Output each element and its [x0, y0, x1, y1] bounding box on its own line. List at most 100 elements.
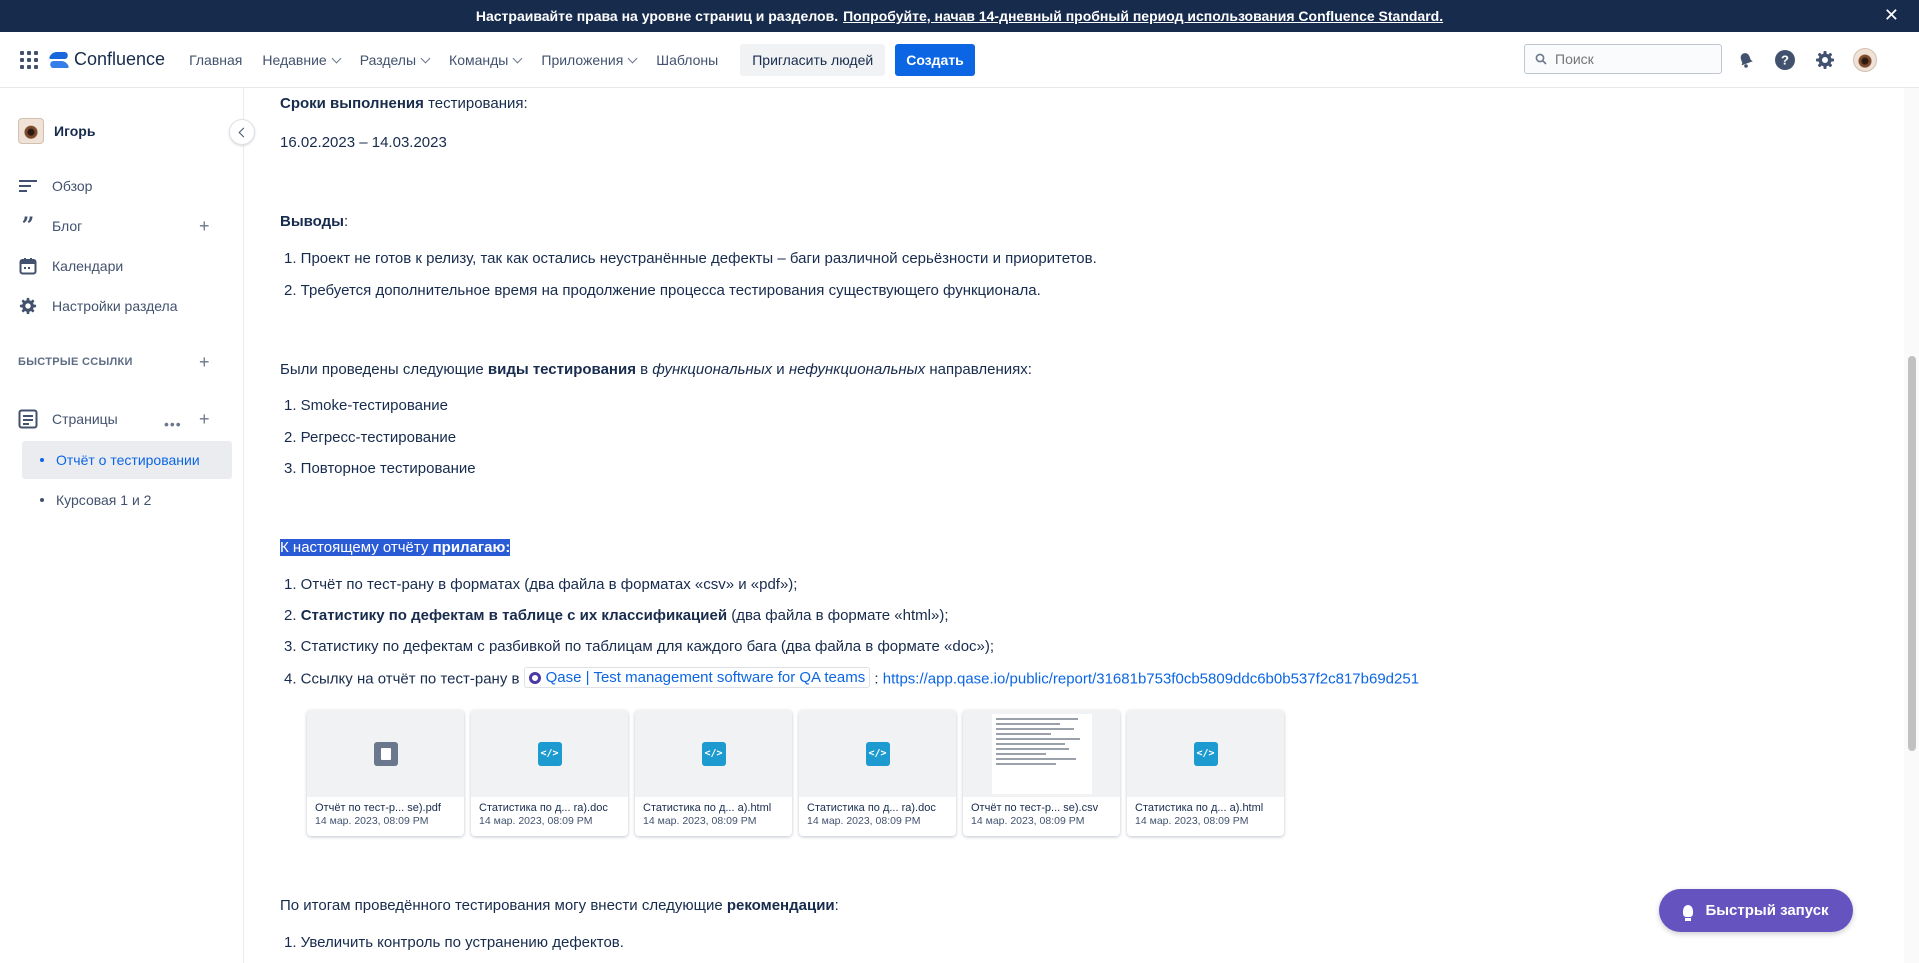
qase-smart-link[interactable]: Qase | Test management software for QA t… [523, 667, 871, 688]
page-title: Отчёт о тестировании [56, 452, 200, 468]
sidebar-item-label: Блог [52, 218, 83, 234]
code-file-icon: </> [701, 741, 726, 766]
file-card[interactable]: Отчёт по тест-р... se).csv 14 мар. 2023,… [963, 710, 1120, 836]
search-box[interactable] [1524, 44, 1722, 74]
lightbulb-icon [1683, 904, 1694, 921]
chevron-left-icon [238, 127, 249, 137]
nav-teams[interactable]: Команды [449, 52, 523, 68]
text-span: и [772, 361, 789, 378]
collapse-sidebar-button[interactable] [229, 119, 255, 145]
nav-spaces-label: Разделы [359, 51, 417, 68]
scrollbar-thumb[interactable] [1908, 356, 1916, 751]
report-url-link[interactable]: https://app.qase.io/public/report/31681b… [883, 671, 1419, 688]
list-item: 4. Ссылку на отчёт по тест-рану в Qase |… [284, 667, 1419, 688]
calendar-icon [18, 256, 38, 276]
add-quick-link-icon[interactable]: + [199, 353, 210, 371]
svg-text:?: ? [1781, 53, 1789, 68]
help-icon[interactable]: ? [1773, 48, 1797, 72]
sidebar-item-label: Календари [52, 258, 124, 274]
nav-recent[interactable]: Недавние [262, 52, 342, 68]
dates-paragraph: 16.02.2023 – 14.03.2023 [280, 134, 447, 151]
nav-home[interactable]: Главная [189, 52, 242, 68]
file-name: Отчёт по тест-р... se).csv [971, 802, 1099, 814]
file-thumbnail: </> [799, 710, 956, 797]
file-date: 14 мар. 2023, 08:09 PM [315, 815, 429, 827]
banner-text: Настраивайте права на уровне страниц и р… [475, 8, 839, 24]
space-header[interactable]: Игорь [18, 118, 95, 144]
page-title: Курсовая 1 и 2 [56, 492, 152, 508]
app-switcher-icon[interactable] [20, 50, 38, 69]
notifications-icon[interactable] [1734, 48, 1758, 72]
user-avatar [1853, 48, 1877, 72]
chevron-down-icon [331, 53, 342, 63]
nav-menu: Главная Недавние Разделы Команды Приложе… [189, 43, 975, 76]
text-span: : [834, 897, 839, 914]
sidebar-item-space-settings[interactable]: Настройки раздела [18, 296, 178, 316]
testing-types-intro: Были проведены следующие виды тестирован… [280, 361, 1032, 378]
more-actions-icon[interactable]: ••• [164, 416, 182, 432]
invite-people-button[interactable]: Пригласить людей [740, 43, 886, 76]
file-date: 14 мар. 2023, 08:09 PM [807, 815, 921, 827]
quote-icon: ” [21, 213, 35, 239]
file-card[interactable]: </> Статистика по д... ra).doc 14 мар. 2… [799, 710, 956, 836]
file-date: 14 мар. 2023, 08:09 PM [479, 815, 593, 827]
sidebar-item-blog[interactable]: ” Блог [18, 213, 83, 239]
file-thumbnail: </> [471, 710, 628, 797]
csv-preview [991, 713, 1092, 794]
page-tree-item[interactable]: Отчёт о тестировании [22, 441, 232, 479]
sidebar-item-overview[interactable]: Обзор [18, 176, 92, 196]
file-card[interactable]: </> Статистика по д... a).html 14 мар. 2… [635, 710, 792, 836]
selected-text-bold: прилагаю: [432, 539, 511, 556]
sidebar-item-calendars[interactable]: Календари [18, 256, 123, 276]
text-span: нефункциональных [788, 361, 926, 378]
page-scrollbar[interactable] [1904, 88, 1919, 963]
conclusions-colon: : [343, 213, 349, 230]
sidebar-item-label: Обзор [52, 178, 93, 194]
profile-avatar[interactable] [1853, 48, 1877, 72]
list-item: 1. Smoke-тестирование [284, 397, 448, 414]
file-date: 14 мар. 2023, 08:09 PM [643, 815, 757, 827]
smart-link-label: Qase | Test management software for QA t… [545, 669, 866, 686]
file-date: 14 мар. 2023, 08:09 PM [1135, 815, 1249, 827]
file-date: 14 мар. 2023, 08:09 PM [971, 815, 1085, 827]
file-thumbnail [963, 710, 1120, 797]
nav-spaces[interactable]: Разделы [359, 51, 431, 68]
file-name: Статистика по д... a).html [643, 802, 772, 814]
text-span: рекомендации [726, 897, 835, 914]
create-button[interactable]: Создать [895, 43, 975, 76]
nav-home-label: Главная [189, 51, 243, 68]
confluence-logo[interactable]: Confluence [50, 49, 165, 70]
conclusions-title: Выводы [280, 213, 344, 230]
settings-gear-icon[interactable] [1813, 48, 1837, 72]
nav-templates[interactable]: Шаблоны [656, 52, 718, 68]
search-input[interactable] [1553, 50, 1707, 68]
recommendations-intro: По итогам проведённого тестирования могу… [280, 897, 839, 914]
trial-banner: Настраивайте права на уровне страниц и р… [0, 0, 1919, 32]
add-blog-icon[interactable]: + [199, 217, 210, 235]
file-card[interactable]: </> Статистика по д... ra).doc 14 мар. 2… [471, 710, 628, 836]
deadline-bold: Сроки выполнения [280, 95, 424, 112]
space-name: Игорь [54, 123, 96, 139]
file-card[interactable]: </> Статистика по д... a).html 14 мар. 2… [1127, 710, 1284, 836]
text-span: виды тестирования [487, 361, 636, 378]
add-page-icon[interactable]: + [199, 410, 210, 428]
list-item: 2. Требуется дополнительное время на про… [284, 282, 1041, 299]
text-span: Статистику по дефектам в таблице с их кл… [300, 607, 728, 624]
bullet-icon [40, 498, 44, 502]
text-span: 2. [284, 607, 301, 624]
sidebar-item-pages[interactable]: Страницы [18, 409, 118, 429]
deadline-paragraph: Сроки выполнения тестирования: [280, 95, 528, 112]
code-file-icon: </> [1193, 741, 1218, 766]
search-icon [1535, 53, 1547, 65]
page-tree-item[interactable]: Курсовая 1 и 2 [22, 481, 232, 519]
list-item: 3. Статистику по дефектам с разбивкой по… [284, 638, 995, 655]
file-name: Статистика по д... ra).doc [479, 802, 608, 814]
chevron-down-icon [627, 53, 638, 63]
banner-trial-link[interactable]: Попробуйте, начав 14-дневный пробный пер… [843, 8, 1443, 24]
quick-launch-label: Быстрый запуск [1705, 902, 1829, 919]
quick-launch-button[interactable]: Быстрый запуск [1659, 889, 1853, 932]
nav-apps[interactable]: Приложения [541, 52, 638, 68]
banner-close-icon[interactable]: ✕ [1884, 5, 1899, 26]
file-card[interactable]: Отчёт по тест-р... se).pdf 14 мар. 2023,… [307, 710, 464, 836]
file-thumbnail: </> [635, 710, 792, 797]
